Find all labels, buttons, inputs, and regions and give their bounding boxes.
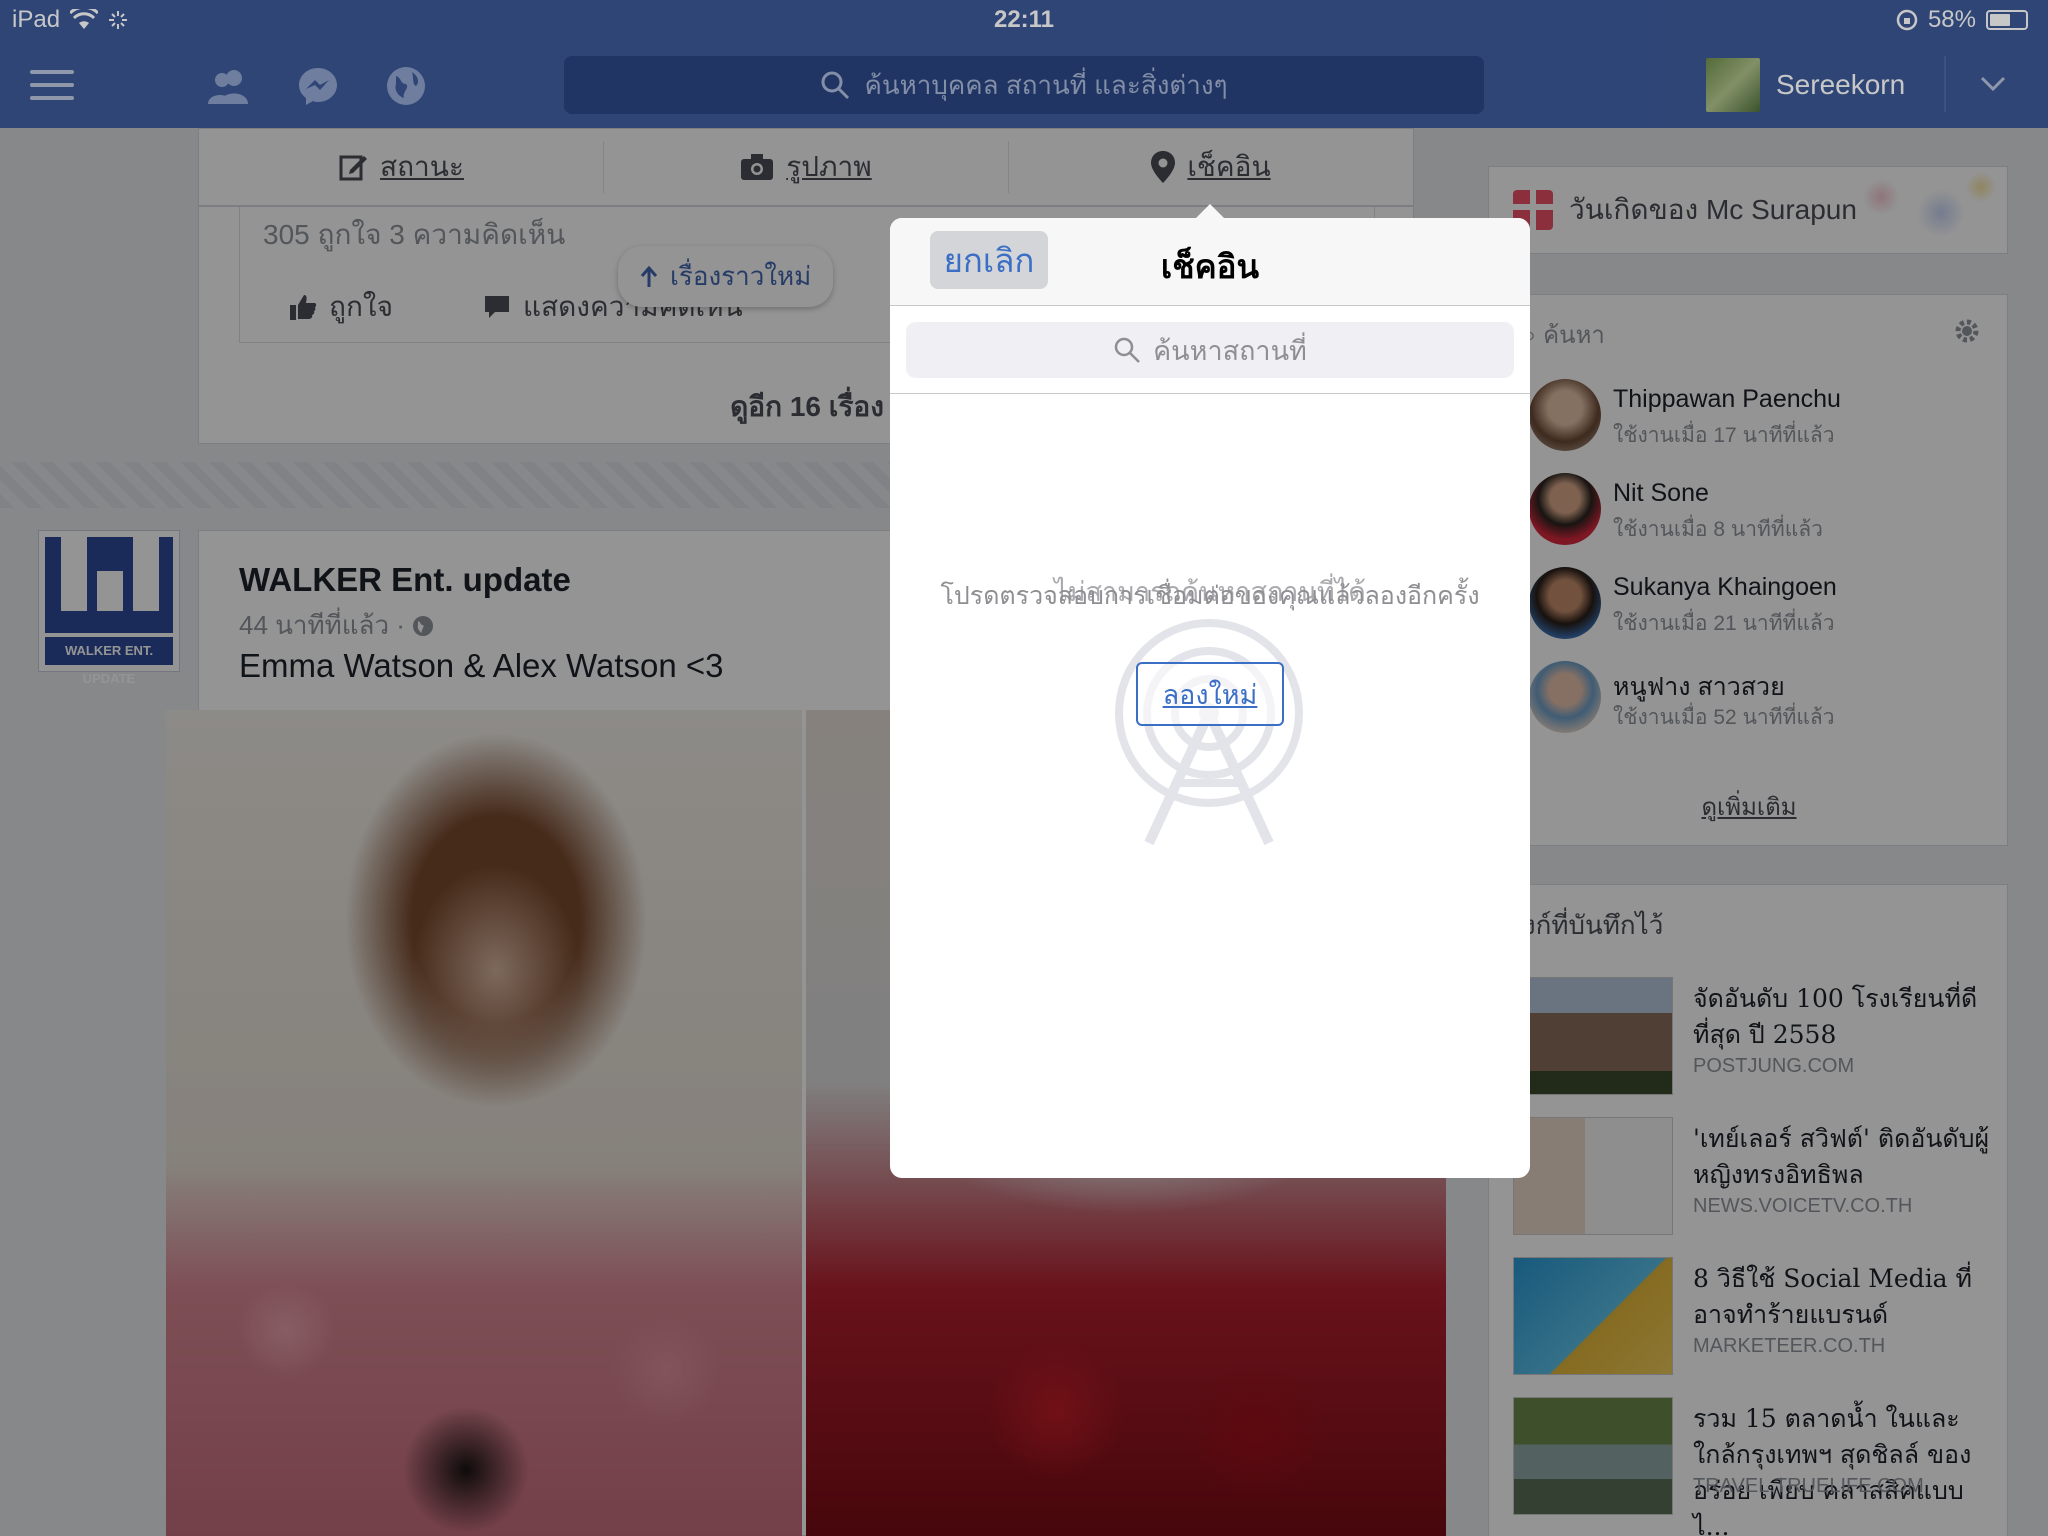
place-search-input[interactable]: ค้นหาสถานที่ xyxy=(906,322,1514,378)
popover-header: ยกเลิก เช็คอิน xyxy=(890,218,1530,306)
error-title-row: ไม่สามารถค้นหาสถานที่ได้ xyxy=(890,570,1530,613)
popover-separator xyxy=(890,393,1530,394)
place-search-placeholder: ค้นหาสถานที่ xyxy=(1153,335,1307,366)
retry-button[interactable]: ลองใหม่ xyxy=(1136,662,1284,726)
modal-backdrop-top xyxy=(0,0,2048,128)
checkin-popover: ยกเลิก เช็คอิน ค้นหาสถานที่ โปรดตรวจสอบก… xyxy=(890,218,1530,1178)
no-connection-tower-icon xyxy=(1115,619,1303,846)
popover-title: เช็คอิน xyxy=(1160,248,1260,285)
error-title: ไม่สามารถค้นหาสถานที่ได้ xyxy=(1054,577,1366,607)
search-icon xyxy=(1114,337,1141,363)
